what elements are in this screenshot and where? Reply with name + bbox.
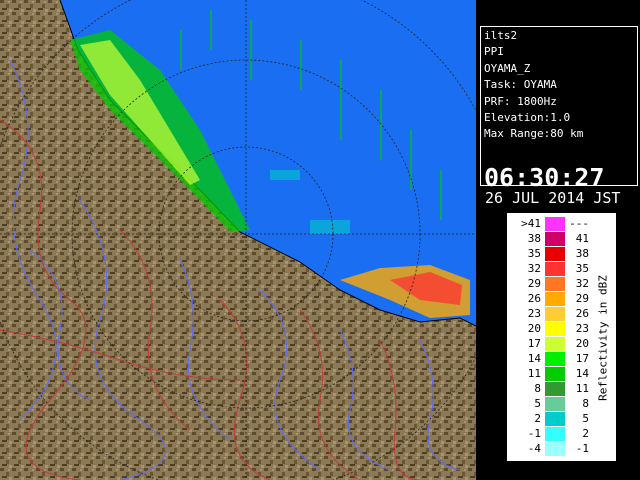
legend-swatch [545,337,565,351]
legend-swatch [545,442,565,456]
legend-swatch [545,382,565,396]
radar-map [0,0,476,480]
legend-high-value: 26 [575,307,589,320]
legend-high-value: 20 [575,337,589,350]
info-radar-name: ilts2 [484,29,518,42]
legend-low-value: 5 [534,397,541,410]
legend-high-value: 2 [582,427,589,440]
legend-low-value: 14 [527,352,541,365]
legend-swatch [545,262,565,276]
legend-row: 2 5 [507,412,616,426]
legend-high-value: 41 [575,232,589,245]
legend-high-value: 5 [582,412,589,425]
legend-swatch [545,217,565,231]
legend-low-value: 32 [527,262,541,275]
legend-low-value: 20 [527,322,541,335]
color-legend: >41 --- 38 41 35 38 32 35 29 32 26 29 23… [506,212,617,462]
legend-high-value: 38 [575,247,589,260]
legend-swatch [545,247,565,261]
legend-high-value: 29 [575,292,589,305]
legend-high-value: 14 [575,367,589,380]
legend-low-value: -1 [527,427,541,440]
legend-low-value: 2 [534,412,541,425]
legend-low-value: 29 [527,277,541,290]
legend-high-value: --- [569,217,589,230]
legend-swatch [545,352,565,366]
legend-swatch [545,412,565,426]
legend-low-value: -4 [527,442,541,455]
legend-row: 38 41 [507,232,616,246]
info-product: OYAMA_Z [484,62,531,75]
legend-low-value: 17 [527,337,541,350]
legend-low-value: 23 [527,307,541,320]
legend-swatch [545,232,565,246]
legend-low-value: 11 [527,367,541,380]
legend-low-value: 35 [527,247,541,260]
info-elevation: Elevation:1.0 [484,111,571,124]
info-prf: PRF: 1800Hz [484,95,557,108]
legend-swatch [545,397,565,411]
legend-swatch [545,277,565,291]
legend-high-value: -1 [575,442,589,455]
legend-swatch [545,427,565,441]
legend-low-value: >41 [521,217,541,230]
legend-row: -1 2 [507,427,616,441]
legend-low-value: 38 [527,232,541,245]
legend-high-value: 11 [575,382,589,395]
date-display: 26 JUL 2014 JST [485,189,621,207]
legend-unit-label: Reflectivity in dBZ [596,275,610,401]
legend-swatch [545,322,565,336]
legend-low-value: 26 [527,292,541,305]
legend-row: -4 -1 [507,442,616,456]
legend-row: 32 35 [507,262,616,276]
info-task: Task: OYAMA [484,78,557,91]
info-panel: ilts2 PPI OYAMA_Z Task: OYAMA PRF: 1800H… [480,26,638,207]
legend-high-value: 17 [575,352,589,365]
legend-row: >41 --- [507,217,616,231]
legend-high-value: 23 [575,322,589,335]
legend-swatch [545,367,565,381]
info-scan-type: PPI [484,45,504,58]
legend-row: 35 38 [507,247,616,261]
legend-high-value: 35 [575,262,589,275]
time-display: 06:30:27 [484,163,605,192]
legend-low-value: 8 [534,382,541,395]
info-max-range: Max Range:80 km [484,127,584,140]
legend-swatch [545,292,565,306]
legend-high-value: 8 [582,397,589,410]
legend-swatch [545,307,565,321]
legend-high-value: 32 [575,277,589,290]
